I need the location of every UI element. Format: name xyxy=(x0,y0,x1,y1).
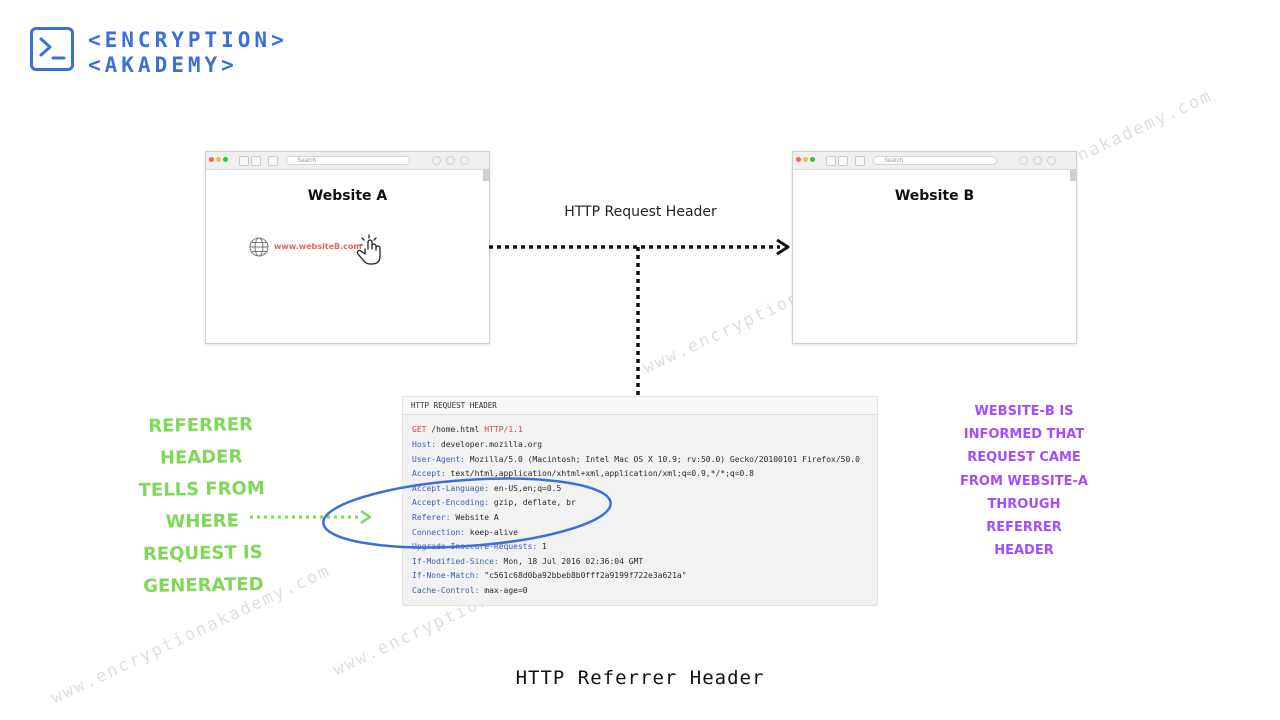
green-pointer-head xyxy=(360,509,372,525)
note-line: REQUEST IS xyxy=(142,541,263,566)
note-line: WEBSITE-B IS xyxy=(974,404,1074,419)
referrer-explanation-note: REFERRER HEADER TELLS FROM WHERE REQUEST IS G… xyxy=(126,409,277,604)
note-line: THROUGH xyxy=(987,496,1061,512)
note-line: FROM WEBSITE-A xyxy=(960,473,1088,489)
note-line: GENERATED xyxy=(143,573,264,598)
figure-caption: HTTP Referrer Header xyxy=(515,667,765,689)
note-line: HEADER xyxy=(159,446,243,469)
note-line: INFORMED THAT xyxy=(963,427,1085,443)
note-line: WHERE xyxy=(165,510,240,533)
note-line: REQUEST CAME xyxy=(967,450,1081,466)
website-b-informed-note: WEBSITE-B IS INFORMED THAT REQUEST CAME FRO… xyxy=(958,400,1090,562)
connectors-layer xyxy=(250,238,790,549)
note-line: REFERRER xyxy=(986,520,1062,536)
note-line: REFERRER xyxy=(148,414,254,437)
note-line: TELLS FROM xyxy=(138,477,265,502)
note-line: HEADER xyxy=(994,543,1054,559)
